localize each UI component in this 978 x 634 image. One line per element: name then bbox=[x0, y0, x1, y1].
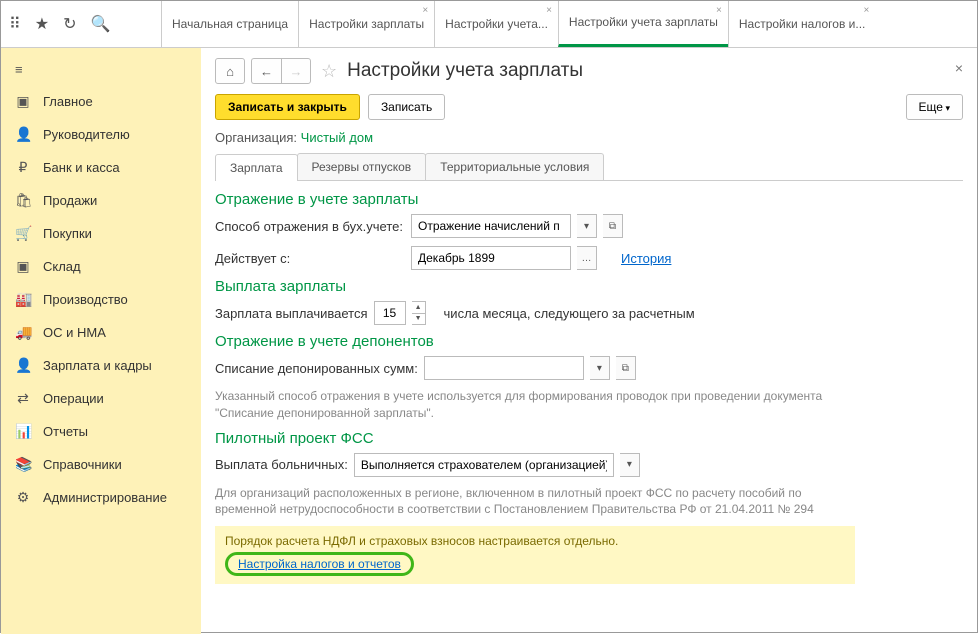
tax-settings-link[interactable]: Настройка налогов и отчетов bbox=[225, 552, 414, 576]
apps-icon[interactable]: ⠿ bbox=[9, 14, 21, 34]
form-toolbar: Записать и закрыть Записать Еще bbox=[215, 94, 963, 120]
person-icon: 👤 bbox=[15, 357, 31, 374]
home-button[interactable]: ⌂ bbox=[215, 58, 245, 84]
sidebar-item-assets[interactable]: 🚚ОС и НМА bbox=[1, 316, 201, 349]
factory-icon: 🏭 bbox=[15, 291, 31, 308]
subtab-territory[interactable]: Территориальные условия bbox=[425, 153, 604, 180]
gear-icon: ⚙ bbox=[15, 489, 31, 506]
history-link[interactable]: История bbox=[621, 251, 671, 266]
content-area: × ⌂ ← → ☆ Настройки учета зарплаты Запис… bbox=[201, 48, 977, 634]
top-toolbar: ⠿ ★ ↻ 🔍 Начальная страница Настройки зар… bbox=[1, 1, 977, 48]
tab-acct-settings[interactable]: Настройки учета...× bbox=[434, 1, 558, 47]
manager-icon: 👤 bbox=[15, 126, 31, 143]
open-icon[interactable]: ⧉ bbox=[603, 214, 623, 238]
sickpay-label: Выплата больничных: bbox=[215, 457, 348, 472]
writeoff-input[interactable] bbox=[424, 356, 584, 380]
tab-tax-settings[interactable]: Настройки налогов и...× bbox=[728, 1, 876, 47]
payment-day-input[interactable] bbox=[374, 301, 406, 325]
day-spinner[interactable]: ▲▼ bbox=[412, 301, 426, 325]
sidebar-toggle[interactable]: ≡ bbox=[1, 54, 201, 85]
books-icon: 📚 bbox=[15, 456, 31, 473]
dropdown-icon[interactable]: ▾ bbox=[577, 214, 597, 238]
close-page-icon[interactable]: × bbox=[955, 60, 963, 76]
close-icon[interactable]: × bbox=[716, 5, 722, 16]
close-icon[interactable]: × bbox=[864, 5, 870, 16]
save-close-button[interactable]: Записать и закрыть bbox=[215, 94, 360, 120]
sidebar-item-sales[interactable]: 🛍Продажи bbox=[1, 184, 201, 217]
subtab-reserves[interactable]: Резервы отпусков bbox=[297, 153, 427, 180]
organization-row: Организация: Чистый дом bbox=[215, 130, 963, 145]
section-payment-title: Выплата зарплаты bbox=[215, 278, 963, 295]
organization-value[interactable]: Чистый дом bbox=[301, 130, 373, 145]
tab-home[interactable]: Начальная страница bbox=[161, 1, 298, 47]
dropdown-icon[interactable]: ▾ bbox=[590, 356, 610, 380]
forward-button[interactable]: → bbox=[281, 58, 311, 84]
sidebar-item-operations[interactable]: ⇄Операции bbox=[1, 382, 201, 415]
dropdown-icon[interactable]: ▾ bbox=[620, 453, 640, 477]
close-icon[interactable]: × bbox=[546, 5, 552, 16]
payment-suffix: числа месяца, следующего за расчетным bbox=[444, 306, 695, 321]
close-icon[interactable]: × bbox=[422, 5, 428, 16]
ruble-icon: ₽ bbox=[15, 159, 31, 176]
section-fss-title: Пилотный проект ФСС bbox=[215, 430, 963, 447]
date-picker-icon[interactable]: … bbox=[577, 246, 597, 270]
sidebar-item-manager[interactable]: 👤Руководителю bbox=[1, 118, 201, 151]
sidebar-item-hr[interactable]: 👤Зарплата и кадры bbox=[1, 349, 201, 382]
highlight-text: Порядок расчета НДФЛ и страховых взносов… bbox=[225, 534, 845, 548]
spinner-down-icon[interactable]: ▼ bbox=[412, 314, 425, 325]
tab-salary-accounting[interactable]: Настройки учета зарплаты× bbox=[558, 1, 728, 47]
subtab-salary[interactable]: Зарплата bbox=[215, 154, 298, 181]
main-icon: ▣ bbox=[15, 93, 31, 110]
more-button[interactable]: Еще bbox=[906, 94, 963, 120]
tab-salary-settings[interactable]: Настройки зарплаты× bbox=[298, 1, 434, 47]
back-button[interactable]: ← bbox=[251, 58, 281, 84]
sidebar-item-catalogs[interactable]: 📚Справочники bbox=[1, 448, 201, 481]
favorite-icon[interactable]: ★ bbox=[35, 14, 49, 34]
sidebar-item-production[interactable]: 🏭Производство bbox=[1, 283, 201, 316]
history-icon[interactable]: ↻ bbox=[63, 14, 76, 34]
search-icon[interactable]: 🔍 bbox=[90, 14, 110, 34]
tab-bar: Начальная страница Настройки зарплаты× Н… bbox=[161, 1, 977, 47]
toolbar-icons: ⠿ ★ ↻ 🔍 bbox=[1, 1, 161, 47]
sidebar-item-main[interactable]: ▣Главное bbox=[1, 85, 201, 118]
section-reflection-title: Отражение в учете зарплаты bbox=[215, 191, 963, 208]
payment-label: Зарплата выплачивается bbox=[215, 306, 368, 321]
page-title: Настройки учета зарплаты bbox=[347, 60, 583, 82]
organization-label: Организация: bbox=[215, 130, 297, 145]
open-icon[interactable]: ⧉ bbox=[616, 356, 636, 380]
writeoff-note: Указанный способ отражения в учете испол… bbox=[215, 388, 855, 422]
sidebar-item-warehouse[interactable]: ▣Склад bbox=[1, 250, 201, 283]
date-label: Действует с: bbox=[215, 251, 405, 266]
page-header: ⌂ ← → ☆ Настройки учета зарплаты bbox=[215, 58, 963, 84]
date-input[interactable] bbox=[411, 246, 571, 270]
sidebar: ≡ ▣Главное 👤Руководителю ₽Банк и касса 🛍… bbox=[1, 48, 201, 634]
section-deponents-title: Отражение в учете депонентов bbox=[215, 333, 963, 350]
subtab-bar: Зарплата Резервы отпусков Территориальны… bbox=[215, 153, 963, 181]
ops-icon: ⇄ bbox=[15, 390, 31, 407]
method-input[interactable] bbox=[411, 214, 571, 238]
writeoff-label: Списание депонированных сумм: bbox=[215, 361, 418, 376]
truck-icon: 🚚 bbox=[15, 324, 31, 341]
cart-icon: 🛒 bbox=[15, 225, 31, 242]
chart-icon: 📊 bbox=[15, 423, 31, 440]
sidebar-item-admin[interactable]: ⚙Администрирование bbox=[1, 481, 201, 514]
sidebar-item-bank[interactable]: ₽Банк и касса bbox=[1, 151, 201, 184]
method-label: Способ отражения в бух.учете: bbox=[215, 219, 405, 234]
save-button[interactable]: Записать bbox=[368, 94, 445, 120]
spinner-up-icon[interactable]: ▲ bbox=[412, 302, 425, 314]
sickpay-input[interactable] bbox=[354, 453, 614, 477]
highlight-box: Порядок расчета НДФЛ и страховых взносов… bbox=[215, 526, 855, 584]
fss-note: Для организаций расположенных в регионе,… bbox=[215, 485, 855, 519]
star-icon[interactable]: ☆ bbox=[321, 61, 337, 82]
sidebar-item-purchases[interactable]: 🛒Покупки bbox=[1, 217, 201, 250]
box-icon: ▣ bbox=[15, 258, 31, 275]
bag-icon: 🛍 bbox=[15, 192, 31, 209]
sidebar-item-reports[interactable]: 📊Отчеты bbox=[1, 415, 201, 448]
